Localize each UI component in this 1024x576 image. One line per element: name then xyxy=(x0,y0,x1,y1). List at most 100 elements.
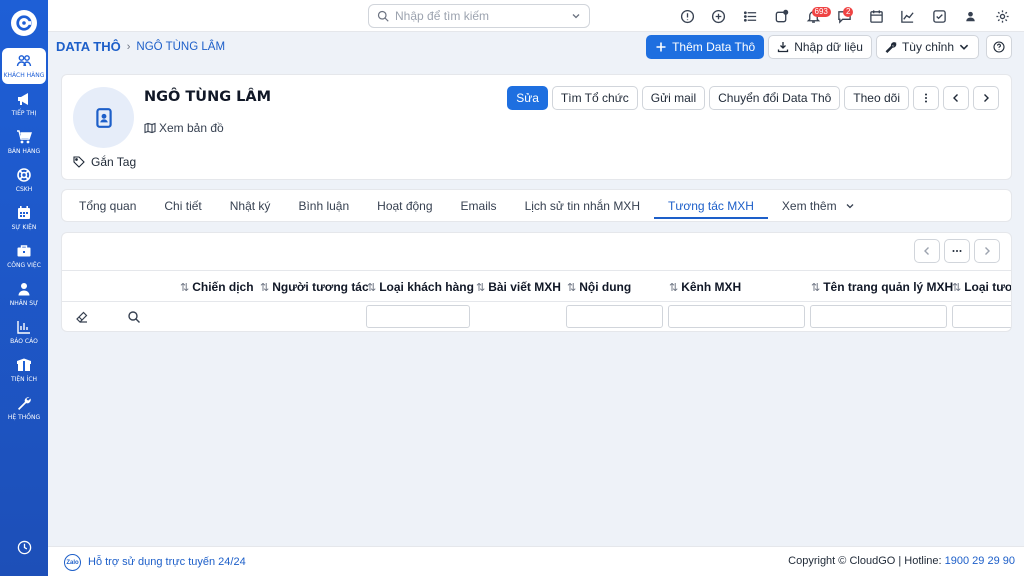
sidebar-item-label: SỰ KIỆN xyxy=(11,224,37,231)
record-tabs: Tổng quan Chi tiết Nhật ký Bình luận Hoạ… xyxy=(61,189,1012,222)
alert-button[interactable] xyxy=(672,9,704,24)
tab-label: Nhật ký xyxy=(229,198,271,213)
import-label: Nhập dữ liệu xyxy=(794,40,863,54)
settings-button[interactable] xyxy=(987,9,1019,24)
zalo-icon[interactable]: Zalo xyxy=(64,554,81,571)
filter-input[interactable] xyxy=(952,305,1011,328)
next-record-button[interactable] xyxy=(973,86,999,110)
column-header[interactable]: ⇅ Tên trang quản lý MXH xyxy=(811,280,953,294)
sidebar-item-cong-viec[interactable]: CÔNG VIỆC xyxy=(2,238,46,274)
convert-button[interactable]: Chuyển đổi Data Thô xyxy=(709,86,841,110)
chevron-down-icon xyxy=(846,203,854,208)
tab-emails[interactable]: Emails xyxy=(447,189,511,222)
filter-input[interactable] xyxy=(566,305,663,328)
sidebar-item-khach-hang[interactable]: KHÁCH HÀNG xyxy=(2,48,46,84)
column-label: Loại tương xyxy=(964,280,1011,294)
sidebar-item-he-thong[interactable]: HỆ THỐNG xyxy=(2,390,46,426)
sidebar-item-label: CÔNG VIỆC xyxy=(7,262,41,269)
notifications-button[interactable]: 693 xyxy=(798,6,831,24)
filter-input[interactable] xyxy=(668,305,805,328)
activity-button[interactable] xyxy=(766,9,798,24)
history-clock-icon[interactable] xyxy=(17,540,32,558)
column-header[interactable]: ⇅ Nội dung xyxy=(567,280,631,294)
search-input[interactable]: Nhập để tìm kiếm xyxy=(395,9,571,23)
follow-button[interactable]: Theo dõi xyxy=(844,86,909,110)
column-header[interactable]: ⇅ Người tương tác xyxy=(260,280,369,294)
column-header[interactable]: ⇅ Chiến dịch xyxy=(180,280,254,294)
sidebar-item-label: BÁN HÀNG xyxy=(7,148,41,155)
notifications-badge: 693 xyxy=(811,6,831,17)
tab-binh-luan[interactable]: Bình luận xyxy=(284,189,363,222)
import-button[interactable]: Nhập dữ liệu xyxy=(768,35,872,59)
column-header[interactable]: ⇅ Bài viết MXH xyxy=(476,280,561,294)
filter-input[interactable] xyxy=(810,305,947,328)
profile-button[interactable] xyxy=(955,9,987,24)
column-header[interactable]: ⇅ Loại khách hàng xyxy=(367,280,474,294)
send-mail-button[interactable]: Gửi mail xyxy=(641,86,706,110)
tab-nhat-ky[interactable]: Nhật ký xyxy=(216,189,285,222)
sort-icon: ⇅ xyxy=(952,281,962,294)
find-organization-button[interactable]: Tìm Tổ chức xyxy=(551,86,638,110)
breadcrumb-root[interactable]: DATA THÔ xyxy=(56,39,121,54)
help-button[interactable] xyxy=(986,35,1012,59)
cart-icon xyxy=(17,130,32,144)
tab-lich-su-tin-nhan[interactable]: Lịch sử tin nhắn MXH xyxy=(511,189,654,222)
calendar-icon xyxy=(869,9,883,23)
column-header[interactable]: ⇅ Kênh MXH xyxy=(669,280,741,294)
previous-record-button[interactable] xyxy=(943,86,969,110)
add-tag-button[interactable]: Gắn Tag xyxy=(73,155,136,169)
sidebar-item-bao-cao[interactable]: BÁO CÁO xyxy=(2,314,46,350)
tasks-button[interactable] xyxy=(924,9,956,24)
messages-badge: 2 xyxy=(843,6,854,17)
edit-button[interactable]: Sửa xyxy=(507,86,548,110)
sort-icon: ⇅ xyxy=(260,281,270,294)
customize-button[interactable]: Tùy chỉnh xyxy=(875,35,979,59)
add-data-button[interactable]: Thêm Data Thô xyxy=(646,35,765,59)
column-label: Loại khách hàng xyxy=(379,280,474,294)
column-label: Kênh MXH xyxy=(681,280,742,294)
tab-label: Tổng quan xyxy=(79,198,137,213)
sidebar-item-label: HỆ THỐNG xyxy=(7,414,41,421)
sidebar-item-cskh[interactable]: CSKH xyxy=(2,162,46,198)
find-organization-label: Tìm Tổ chức xyxy=(560,91,629,105)
filter-input[interactable] xyxy=(366,305,470,328)
tag-icon xyxy=(73,156,85,168)
download-icon xyxy=(778,42,789,53)
calendar-button[interactable] xyxy=(861,9,893,24)
topbar: Nhập để tìm kiếm 693 2 xyxy=(48,0,1024,32)
sidebar-item-su-kien[interactable]: SỰ KIỆN xyxy=(2,200,46,236)
tab-xem-them[interactable]: Xem thêm xyxy=(768,189,869,222)
eraser-icon[interactable] xyxy=(75,310,89,324)
sidebar-item-ban-hang[interactable]: BÁN HÀNG xyxy=(2,124,46,160)
more-actions-button[interactable] xyxy=(913,86,939,110)
sidebar-item-nhan-su[interactable]: NHÂN SỰ xyxy=(2,276,46,312)
sidebar-item-tiep-thi[interactable]: TIẾP THỊ xyxy=(2,86,46,122)
tab-chi-tiet[interactable]: Chi tiết xyxy=(150,189,215,222)
chart-button[interactable] xyxy=(892,9,924,24)
avatar[interactable] xyxy=(73,87,134,148)
support-link[interactable]: Hỗ trợ sử dụng trực tuyến 24/24 xyxy=(88,556,246,568)
global-search[interactable]: Nhập để tìm kiếm xyxy=(368,4,590,28)
app-logo[interactable] xyxy=(11,10,37,36)
search-icon[interactable] xyxy=(127,310,141,324)
tab-tuong-tac-mxh[interactable]: Tương tác MXH xyxy=(653,189,768,222)
tab-label: Bình luận xyxy=(298,198,350,213)
wrench-icon xyxy=(18,397,31,410)
messages-button[interactable]: 2 xyxy=(829,6,861,24)
line-chart-icon xyxy=(901,10,914,23)
page-next-button[interactable] xyxy=(974,239,1000,263)
sidebar-item-label: TIỆN ÍCH xyxy=(10,376,38,383)
view-map-link[interactable]: Xem bản đồ xyxy=(144,121,224,135)
page-prev-button[interactable] xyxy=(914,239,940,263)
page-more-button[interactable] xyxy=(944,239,970,263)
quick-create-button[interactable] xyxy=(703,9,735,24)
tab-hoat-dong[interactable]: Hoạt động xyxy=(363,189,446,222)
social-interactions-panel: ⇅ Chiến dịch ⇅ Người tương tác ⇅ Loại khách… xyxy=(61,232,1012,332)
column-header[interactable]: ⇅Loại tương xyxy=(952,280,1011,294)
zalo-label: Zalo xyxy=(66,559,79,566)
hotline-link[interactable]: 1900 29 29 90 xyxy=(945,555,1015,567)
list-button[interactable] xyxy=(735,9,767,24)
sidebar-item-tien-ich[interactable]: TIỆN ÍCH xyxy=(2,352,46,388)
tab-tong-quan[interactable]: Tổng quan xyxy=(65,189,150,222)
briefcase-icon xyxy=(17,245,31,257)
